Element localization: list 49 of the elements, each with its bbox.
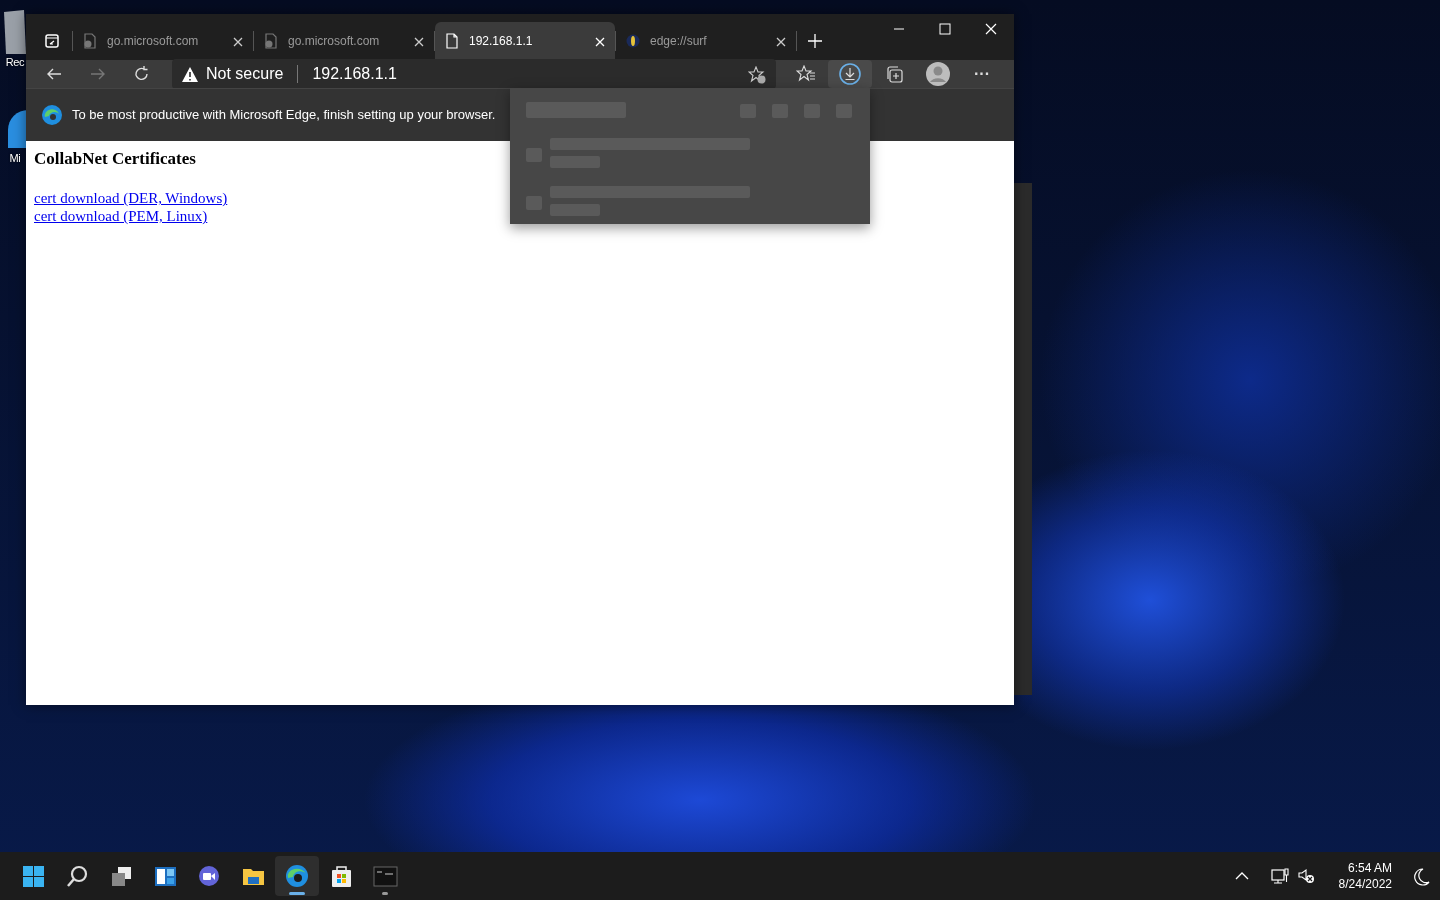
infobar-message: To be most productive with Microsoft Edge, finish setting up your browser. (72, 106, 496, 125)
more-button[interactable]: ··· (960, 60, 1004, 88)
page-heading: CollabNet Certificates (34, 149, 197, 170)
new-tab-icon[interactable] (808, 34, 822, 48)
download-link[interactable]: cert download (DER, Windows) (34, 189, 228, 208)
start-icon (20, 863, 46, 889)
page-icon (445, 33, 459, 49)
moon-icon[interactable] (1414, 867, 1430, 886)
edge-taskbar-button[interactable] (275, 856, 319, 896)
close-icon[interactable] (776, 36, 786, 47)
avatar-icon[interactable] (926, 62, 950, 86)
terminal-icon (372, 863, 398, 889)
favorites-icon[interactable] (796, 65, 816, 83)
forward-icon[interactable] (90, 66, 106, 82)
tab-title: go.microsoft.com (107, 33, 199, 50)
tab-title: go.microsoft.com (288, 33, 380, 50)
download-link[interactable]: cert download (PEM, Linux) (34, 207, 208, 226)
desktop-icon-label: Mi (9, 151, 21, 166)
close-icon[interactable] (233, 36, 243, 47)
page-error-icon (264, 33, 278, 49)
browser-tab[interactable]: 192.168.1.1 (435, 22, 615, 60)
edge-logo-icon (42, 105, 62, 125)
clock[interactable]: 6:54 AM 8/24/2022 (1332, 859, 1398, 893)
tab-title: 192.168.1.1 (469, 33, 533, 50)
browser-tab[interactable]: go.microsoft.com (254, 22, 434, 60)
security-label[interactable]: Not secure (206, 62, 284, 86)
warning-icon (182, 66, 198, 82)
tab-title: edge://surf (650, 33, 707, 50)
download-icon[interactable] (839, 63, 861, 85)
video-chat-icon (196, 863, 222, 889)
page-error-icon (83, 33, 97, 49)
surf-icon (626, 34, 640, 48)
volume-muted-icon[interactable] (1296, 867, 1315, 885)
close-icon[interactable] (414, 36, 424, 47)
refresh-icon[interactable] (134, 66, 150, 82)
search-icon (64, 863, 90, 889)
url-text: 192.168.1.1 (312, 64, 397, 84)
maximize-icon[interactable] (939, 23, 951, 35)
address-bar[interactable]: Not secure 192.168.1.1 (172, 59, 776, 89)
clock-time: 6:54 AM (1347, 860, 1392, 876)
back-icon[interactable] (46, 66, 62, 82)
desktop-icon-label: Rec (5, 55, 25, 70)
network-icon[interactable] (1270, 867, 1289, 885)
tab-actions-icon[interactable] (45, 34, 59, 48)
browser-tab[interactable]: go.microsoft.com (73, 22, 253, 60)
clock-date: 8/24/2022 (1338, 876, 1392, 892)
collections-icon[interactable] (885, 65, 903, 83)
add-favorite-icon[interactable] (748, 65, 766, 84)
chevron-up-icon[interactable] (1234, 871, 1249, 881)
